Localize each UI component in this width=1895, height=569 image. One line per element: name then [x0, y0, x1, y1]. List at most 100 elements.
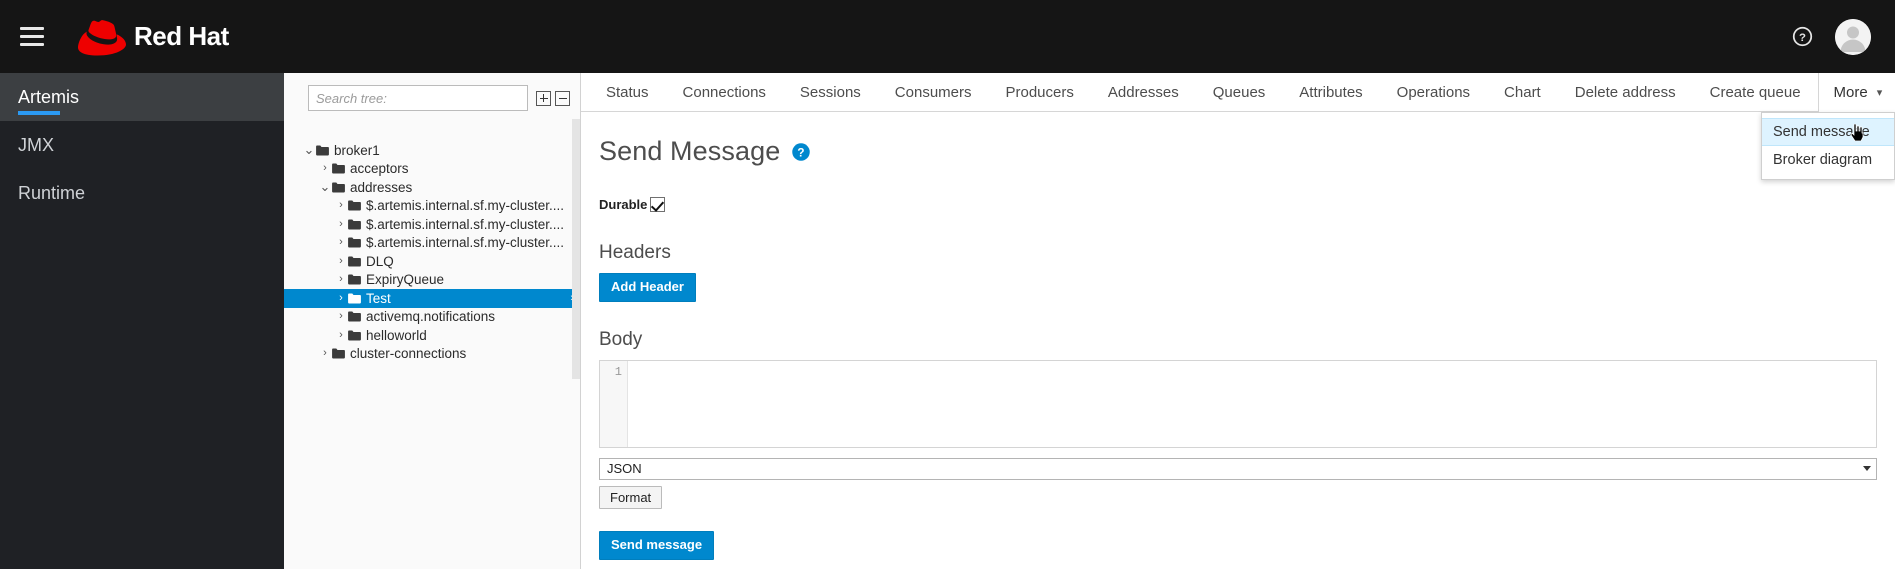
tree-node-label: broker1: [334, 142, 380, 158]
red-hat-wordmark: Red Hat: [134, 22, 230, 51]
tab-chart[interactable]: Chart: [1487, 73, 1558, 111]
tab-addresses[interactable]: Addresses: [1091, 73, 1196, 111]
masthead: Red Hat ?: [0, 0, 1895, 73]
folder-icon: [348, 256, 361, 267]
sidebar-item-label: Artemis: [18, 86, 80, 107]
editor-text-area[interactable]: [628, 361, 1876, 447]
chevron-right-icon[interactable]: ›: [334, 274, 348, 285]
page-title-text: Send Message: [599, 136, 781, 166]
tab-bar: Status Connections Sessions Consumers Produc…: [581, 73, 1895, 180]
tab-label: Delete address: [1574, 83, 1676, 101]
tab-delete-address[interactable]: Delete address: [1558, 73, 1693, 111]
chevron-down-icon[interactable]: ⌄: [318, 180, 332, 193]
chevron-right-icon[interactable]: ›: [318, 348, 332, 359]
folder-icon: [348, 293, 361, 304]
menu-item-send-message[interactable]: Send message: [1762, 118, 1894, 146]
chevron-right-icon[interactable]: ›: [334, 329, 348, 341]
tree-scrollbar-thumb[interactable]: [572, 119, 580, 379]
hamburger-bar: [20, 43, 44, 47]
format-button[interactable]: Format: [599, 485, 663, 509]
chevron-right-icon[interactable]: ›: [334, 311, 348, 322]
add-header-button[interactable]: Add Header: [599, 273, 696, 302]
tree-node-acceptors[interactable]: › acceptors: [284, 160, 580, 179]
tree-node-label: helloworld: [366, 327, 427, 343]
tab-connections[interactable]: Connections: [666, 73, 783, 111]
folder-icon: [316, 145, 329, 156]
tab-consumers[interactable]: Consumers: [878, 73, 989, 111]
help-circle-icon[interactable]: ?: [1792, 26, 1813, 47]
mouse-cursor-pointer: [1850, 124, 1864, 141]
sidebar-item-runtime[interactable]: Runtime: [0, 169, 284, 217]
send-message-button[interactable]: Send message: [599, 530, 715, 560]
tree-node-helloworld[interactable]: › helloworld: [284, 326, 580, 345]
sidebar-item-artemis[interactable]: Artemis: [0, 73, 284, 121]
svg-text:?: ?: [798, 146, 805, 159]
folder-icon: [348, 330, 361, 341]
tree-node-broker1[interactable]: ⌄ broker1: [284, 141, 580, 160]
tree-node-artemis-internal-sf-my-cluster[interactable]: › $.artemis.internal.sf.my-cluster....: [284, 215, 580, 234]
masthead-actions: ?: [1792, 18, 1871, 55]
chevron-right-icon[interactable]: ›: [334, 200, 348, 211]
folder-icon: [348, 237, 361, 248]
sidebar-item-jmx[interactable]: JMX: [0, 121, 284, 169]
tree-node-test[interactable]: ›Test›: [284, 289, 580, 308]
body-heading: Body: [599, 328, 643, 350]
tab-create-queue[interactable]: Create queue: [1693, 73, 1818, 111]
chevron-right-icon[interactable]: ›: [334, 255, 348, 267]
plus-box-icon[interactable]: [536, 90, 551, 106]
red-hat-fedora-icon: [78, 19, 126, 55]
tab-label: Sessions: [799, 83, 861, 101]
hamburger-icon[interactable]: [10, 15, 54, 59]
tab-label: Producers: [1005, 83, 1074, 101]
tree-node-label: activemq.notifications: [366, 309, 496, 325]
tab-label: Addresses: [1107, 83, 1179, 101]
tree-node-artemis-internal-sf-my-cluster[interactable]: › $.artemis.internal.sf.my-cluster....: [284, 234, 580, 253]
tab-queues[interactable]: Queues: [1196, 73, 1283, 111]
sidebar-item-label: JMX: [18, 134, 54, 155]
tab-operations[interactable]: Operations: [1380, 73, 1487, 111]
search-tree-input[interactable]: [308, 85, 528, 111]
tab-producers[interactable]: Producers: [989, 73, 1091, 111]
tab-label: Attributes: [1299, 83, 1363, 101]
tree-node-activemq-notifications[interactable]: › activemq.notifications: [284, 308, 580, 327]
tab-sessions[interactable]: Sessions: [783, 73, 878, 111]
sidebar-item-label: Runtime: [18, 182, 86, 203]
tree-node-label: $.artemis.internal.sf.my-cluster....: [366, 235, 565, 251]
folder-icon: [348, 219, 361, 230]
tab-status[interactable]: Status: [589, 73, 666, 111]
tree-node-cluster-connections[interactable]: › cluster-connections: [284, 345, 580, 364]
headers-heading: Headers: [599, 242, 671, 263]
svg-text:Red Hat: Red Hat: [134, 22, 230, 51]
tree-node-addresses[interactable]: ⌄ addresses: [284, 178, 580, 197]
chevron-right-icon[interactable]: ›: [318, 163, 332, 174]
message-format-select[interactable]: JSON: [599, 457, 1877, 480]
tab-more[interactable]: More ▾: [1817, 73, 1895, 112]
chevron-right-icon[interactable]: ›: [334, 237, 348, 248]
user-avatar-icon[interactable]: [1835, 18, 1871, 55]
tab-attributes[interactable]: Attributes: [1282, 73, 1379, 111]
brand-logo[interactable]: Red Hat: [78, 18, 258, 56]
tree-node-expiryqueue[interactable]: › ExpiryQueue: [284, 271, 580, 290]
tree-node-label: addresses: [350, 179, 413, 195]
help-circle-icon[interactable]: ?: [791, 142, 811, 162]
tree-scrollbar[interactable]: [572, 119, 580, 549]
tree-toggle-buttons: [536, 90, 570, 106]
message-body-editor[interactable]: 1: [599, 359, 1877, 448]
chevron-down-icon[interactable]: ⌄: [302, 143, 316, 156]
folder-icon: [348, 274, 361, 285]
page-title: Send Message ?: [599, 136, 1895, 167]
tree-node-dlq[interactable]: › DLQ: [284, 252, 580, 271]
tree-node-label: $.artemis.internal.sf.my-cluster....: [366, 198, 565, 214]
durable-checkbox[interactable]: [650, 197, 666, 212]
chevron-right-icon[interactable]: ›: [334, 292, 348, 304]
minus-box-icon[interactable]: [555, 90, 570, 106]
hamburger-bar: [20, 26, 44, 30]
tab-more-label: More: [1833, 84, 1868, 101]
send-message-form: Send Message ? Durable Headers Add Heade…: [581, 112, 1895, 560]
menu-item-broker-diagram[interactable]: Broker diagram: [1762, 146, 1894, 174]
tab-label: Chart: [1504, 83, 1541, 101]
tab-label: Connections: [682, 83, 766, 101]
folder-icon: [348, 200, 361, 211]
tree-node-artemis-internal-sf-my-cluster[interactable]: › $.artemis.internal.sf.my-cluster....: [284, 197, 580, 216]
chevron-right-icon[interactable]: ›: [334, 218, 348, 230]
